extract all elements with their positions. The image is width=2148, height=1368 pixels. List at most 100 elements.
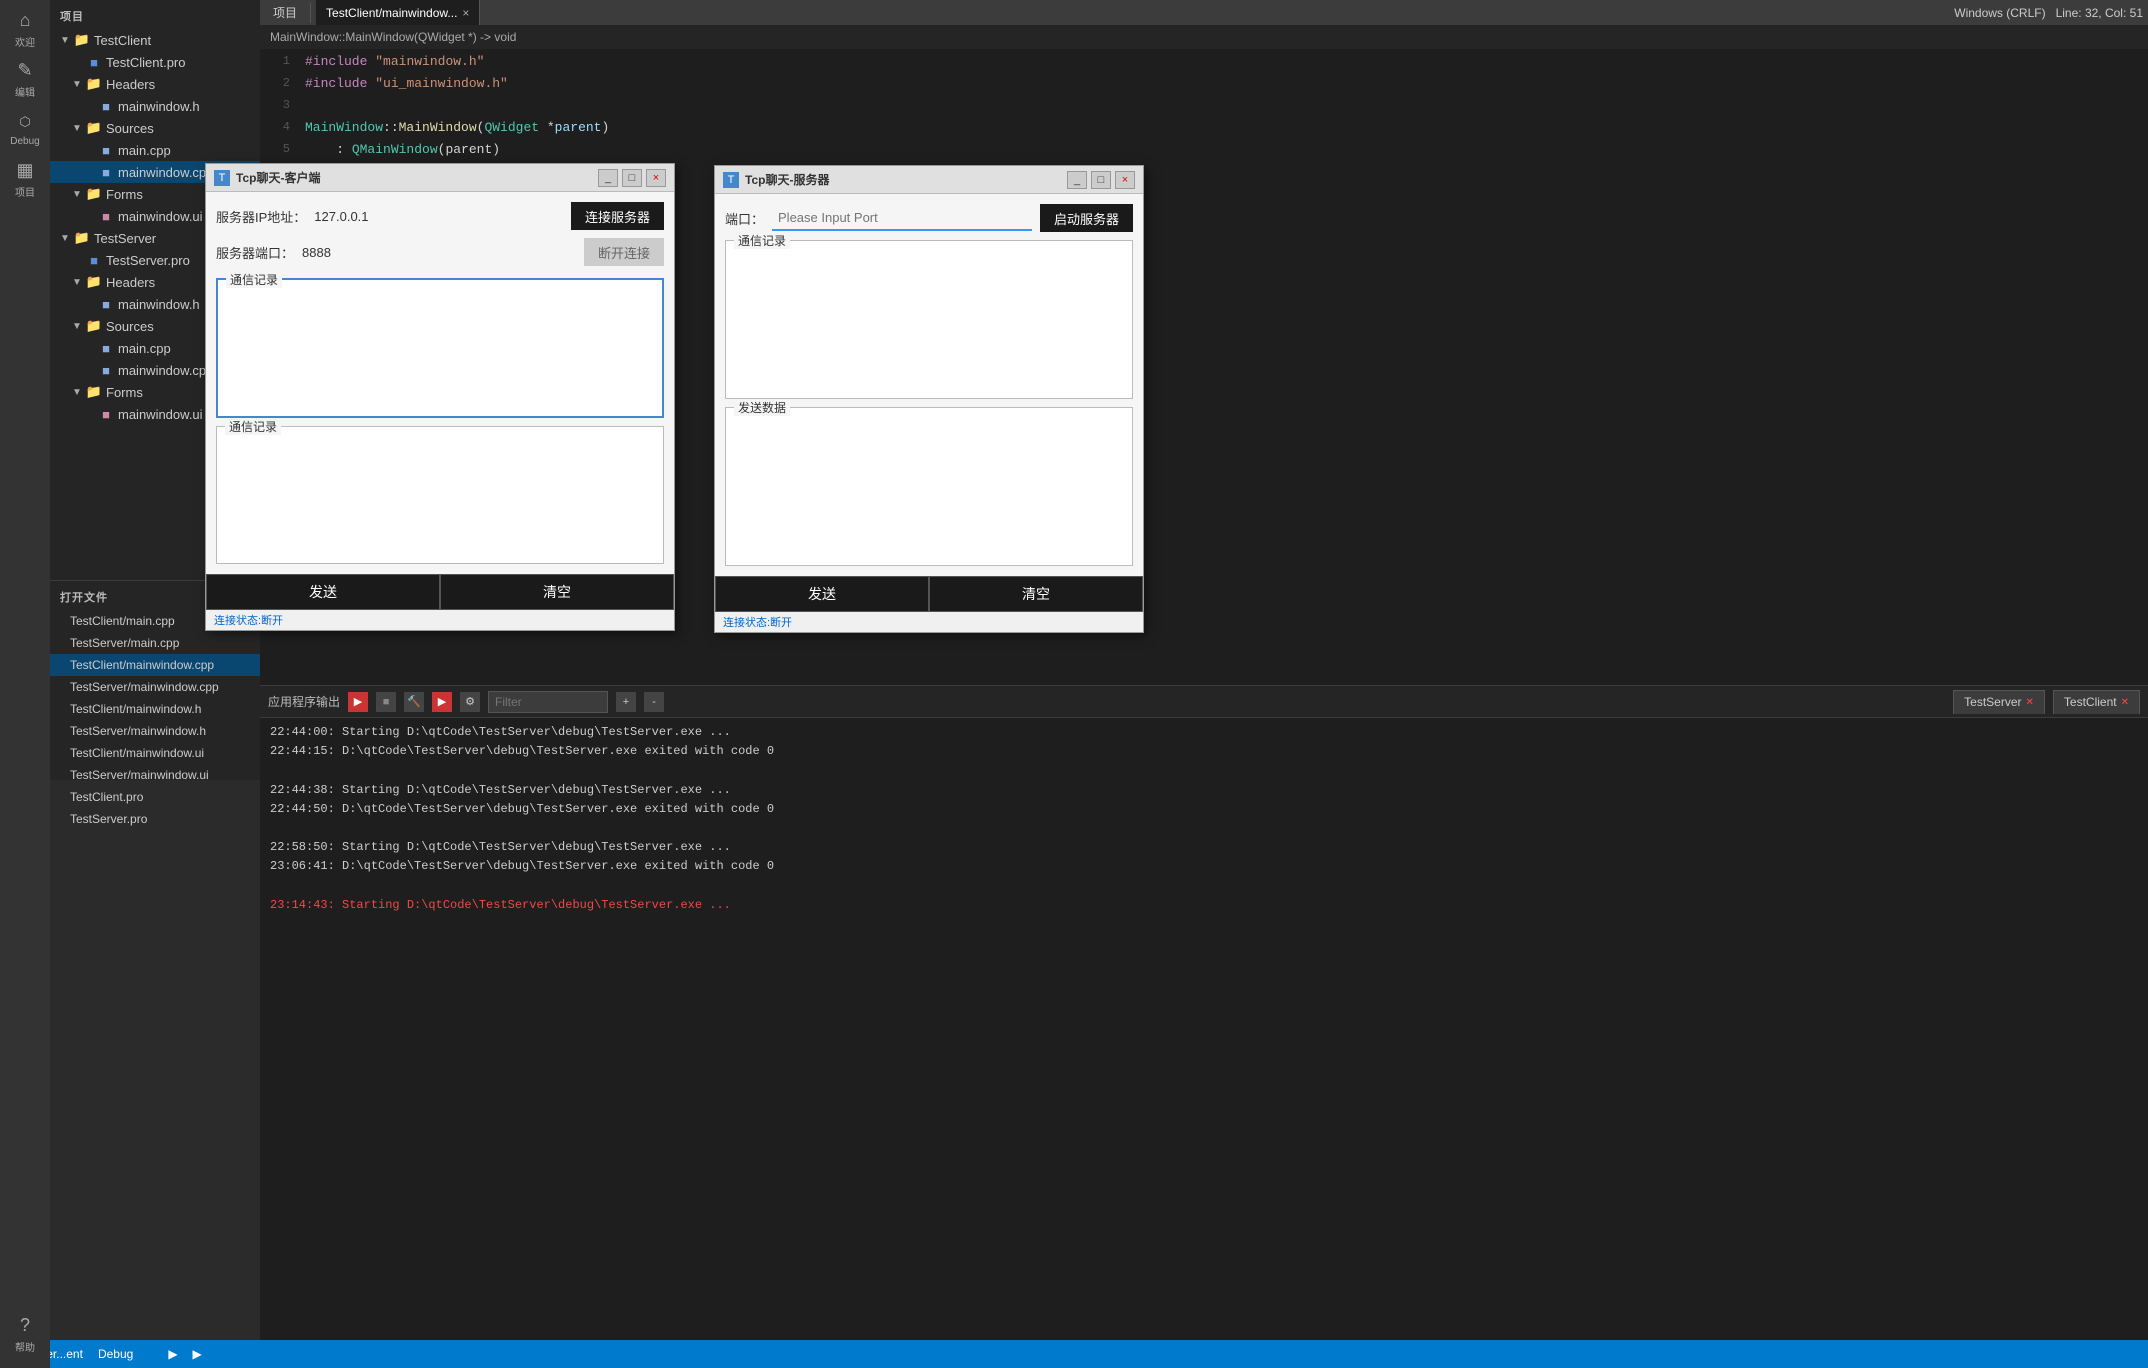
- tree-label: TestServer.pro: [106, 253, 190, 268]
- tab-close-icon[interactable]: ✕: [2026, 697, 2034, 708]
- client-minimize-btn[interactable]: _: [598, 169, 618, 187]
- tree-label: TestServer: [94, 231, 156, 246]
- client-ctrl-btns: _ □ ×: [598, 169, 666, 187]
- edit-label: 编辑: [15, 84, 35, 99]
- output-tab-testserver[interactable]: TestServer ✕: [1953, 690, 2045, 714]
- arrow-icon: ▼: [70, 77, 84, 91]
- open-files-list: TestClient/main.cppTestServer/main.cppTe…: [50, 610, 260, 830]
- sidebar-icon-project[interactable]: ▦ 项目: [1, 155, 49, 203]
- tree-label: Forms: [106, 187, 143, 202]
- server-window: T Tcp聊天-服务器 _ □ × 端口： 启动服务器 通信记录 发送数据 发送…: [714, 165, 1144, 633]
- code-line: 5 : QMainWindow(parent): [260, 138, 2148, 160]
- tree-label: mainwindow.ui: [118, 407, 203, 422]
- folder-icon: 📁: [86, 384, 102, 400]
- open-file-item[interactable]: TestClient/mainwindow.ui: [50, 742, 260, 764]
- output-line: [270, 819, 2138, 838]
- open-file-item[interactable]: TestServer/mainwindow.h: [50, 720, 260, 742]
- topbar-project: 项目: [265, 4, 305, 21]
- sidebar-icons: ⌂ 欢迎 ✎ 编辑 ⬡ Debug ▦ 项目 ? 帮助: [0, 0, 50, 1368]
- client-window-icon: T: [214, 170, 230, 186]
- server-minimize-btn[interactable]: _: [1067, 171, 1087, 189]
- server-titlebar: T Tcp聊天-服务器 _ □ ×: [715, 166, 1143, 194]
- tree-item-mainwindow-h[interactable]: ■ mainwindow.h: [50, 95, 260, 117]
- client-status-bar: 连接状态:断开: [206, 610, 674, 630]
- stop-btn[interactable]: ■: [376, 692, 396, 712]
- folder-icon: 📁: [74, 230, 90, 246]
- debug-run-icon[interactable]: ▶: [193, 1347, 202, 1361]
- debug-run-btn[interactable]: ▶: [432, 692, 452, 712]
- output-line: 22:44:50: D:\qtCode\TestServer\debug\Tes…: [270, 800, 2138, 819]
- server-close-btn[interactable]: ×: [1115, 171, 1135, 189]
- output-line: [270, 877, 2138, 896]
- client-close-btn[interactable]: ×: [646, 169, 666, 187]
- tree-item-headers[interactable]: ▼ 📁 Headers: [50, 73, 260, 95]
- output-line: 22:44:00: Starting D:\qtCode\TestServer\…: [270, 723, 2138, 742]
- tree-label: Forms: [106, 385, 143, 400]
- server-comm-group1: 通信记录: [725, 240, 1133, 399]
- client-send-btn[interactable]: 发送: [206, 574, 440, 610]
- topbar-right: Windows (CRLF) Line: 32, Col: 51: [1954, 6, 2143, 20]
- welcome-icon: ⌂: [14, 9, 36, 31]
- arrow-icon: ▼: [70, 385, 84, 399]
- tree-item-sources[interactable]: ▼ 📁 Sources: [50, 117, 260, 139]
- server-ctrl-btns: _ □ ×: [1067, 171, 1135, 189]
- open-file-item[interactable]: TestClient/mainwindow.cpp: [50, 654, 260, 676]
- server-port-input[interactable]: [772, 205, 1032, 231]
- server-start-btn[interactable]: 启动服务器: [1040, 204, 1133, 232]
- sidebar-icon-edit[interactable]: ✎ 编辑: [1, 55, 49, 103]
- server-send-label: 发送数据: [734, 399, 790, 416]
- code-line: 1 #include "mainwindow.h": [260, 50, 2148, 72]
- server-title-text: Tcp聊天-服务器: [745, 171, 1061, 188]
- sidebar-icon-welcome[interactable]: ⌂ 欢迎: [1, 5, 49, 53]
- client-comm-label1: 通信记录: [226, 271, 282, 288]
- edit-icon: ✎: [14, 59, 36, 81]
- output-tab-testclient[interactable]: TestClient ✕: [2053, 690, 2140, 714]
- file-icon: ■: [98, 98, 114, 114]
- client-clear-btn[interactable]: 清空: [440, 574, 674, 610]
- client-maximize-btn[interactable]: □: [622, 169, 642, 187]
- folder-icon: 📁: [86, 120, 102, 136]
- spacer: [82, 143, 96, 157]
- settings-btn[interactable]: ⚙: [460, 692, 480, 712]
- arrow-icon: ▼: [58, 33, 72, 47]
- filter-minus-btn[interactable]: -: [644, 692, 664, 712]
- tab-close-icon[interactable]: ✕: [2121, 697, 2129, 708]
- file-icon: ■: [86, 252, 102, 268]
- sidebar-icon-help[interactable]: ? 帮助: [1, 1310, 49, 1358]
- help-icon: ?: [14, 1314, 36, 1336]
- client-ip-label: 服务器IP地址：: [216, 207, 306, 226]
- client-connect-btn[interactable]: 连接服务器: [571, 202, 664, 230]
- open-file-item[interactable]: TestClient/mainwindow.h: [50, 698, 260, 720]
- open-file-item[interactable]: TestServer/main.cpp: [50, 632, 260, 654]
- tree-item-main-cpp[interactable]: ■ main.cpp: [50, 139, 260, 161]
- tab-close-icon[interactable]: ×: [462, 6, 469, 20]
- open-file-item[interactable]: TestClient.pro: [50, 786, 260, 808]
- server-window-icon: T: [723, 172, 739, 188]
- filter-plus-btn[interactable]: +: [616, 692, 636, 712]
- output-filter-input[interactable]: [488, 691, 608, 713]
- run-btn[interactable]: ▶: [348, 692, 368, 712]
- file-icon: ■: [98, 208, 114, 224]
- spacer: [82, 99, 96, 113]
- tree-label: main.cpp: [118, 341, 171, 356]
- client-status-text: 连接状态:断开: [214, 613, 283, 629]
- sidebar-icon-debug[interactable]: ⬡ Debug: [1, 105, 49, 153]
- project-icon: ▦: [14, 159, 36, 181]
- client-ip-row: 服务器IP地址： 127.0.0.1 连接服务器: [216, 202, 664, 230]
- client-port-value: 8888: [302, 245, 576, 260]
- client-window: T Tcp聊天-客户端 _ □ × 服务器IP地址： 127.0.0.1 连接服…: [205, 163, 675, 631]
- open-file-item[interactable]: TestServer.pro: [50, 808, 260, 830]
- tree-item-testclient-pro[interactable]: ■ TestClient.pro: [50, 51, 260, 73]
- tree-item-testclient[interactable]: ▼ 📁 TestClient: [50, 29, 260, 51]
- server-send-btn[interactable]: 发送: [715, 576, 929, 612]
- build-btn[interactable]: 🔨: [404, 692, 424, 712]
- open-file-item[interactable]: TestServer/mainwindow.ui: [50, 764, 260, 786]
- output-toolbar: 应用程序输出 ▶ ■ 🔨 ▶ ⚙ + - TestServer ✕ TestCl…: [260, 686, 2148, 718]
- server-maximize-btn[interactable]: □: [1091, 171, 1111, 189]
- run-icon[interactable]: ▶: [168, 1347, 177, 1361]
- spacer: [70, 253, 84, 267]
- open-file-item[interactable]: TestServer/mainwindow.cpp: [50, 676, 260, 698]
- client-disconnect-btn[interactable]: 断开连接: [584, 238, 664, 266]
- server-clear-btn[interactable]: 清空: [929, 576, 1143, 612]
- tab-mainwindow-cpp[interactable]: TestClient/mainwindow... ×: [316, 0, 480, 25]
